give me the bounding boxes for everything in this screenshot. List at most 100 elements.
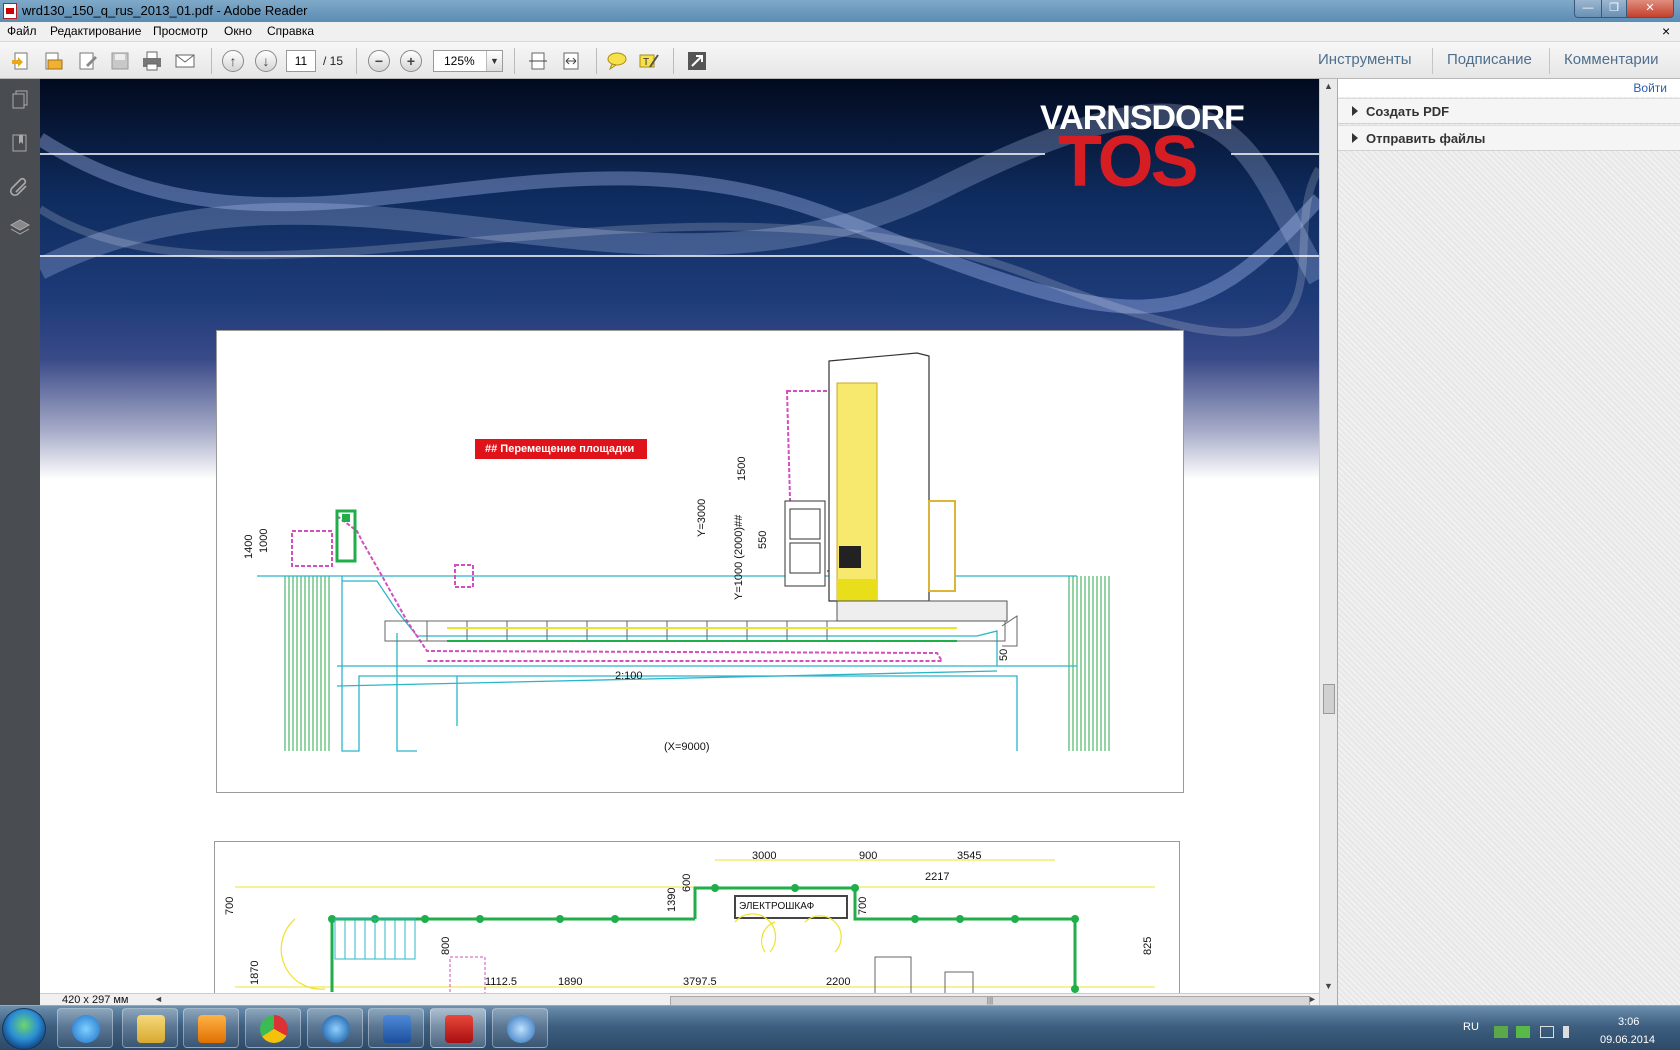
edit-icon[interactable]	[77, 50, 99, 72]
bookmarks-icon[interactable]	[9, 132, 31, 154]
word-icon	[383, 1015, 411, 1043]
toolbar-separator	[211, 48, 212, 74]
next-page-button[interactable]: ↓	[255, 50, 277, 72]
volume-icon[interactable]	[1563, 1026, 1577, 1038]
save-icon[interactable]	[109, 50, 131, 72]
dim-y3000: Y=3000	[696, 498, 708, 537]
zoom-out-button[interactable]: −	[368, 50, 390, 72]
toolbar-separator	[1549, 48, 1550, 74]
tray-security-icon[interactable]	[1516, 1026, 1530, 1038]
network-icon[interactable]	[1540, 1026, 1554, 1038]
dim-1870: 1870	[249, 960, 261, 985]
taskbar-app-blue[interactable]	[307, 1008, 363, 1048]
dim-1500: 1500	[736, 456, 748, 481]
full-screen-icon[interactable]	[686, 50, 708, 72]
dim-700-left: 700	[224, 896, 236, 915]
dim-y1000: Y=1000 (2000)##	[733, 514, 745, 600]
folder-icon	[137, 1015, 165, 1043]
panel-create-pdf[interactable]: Создать PDF	[1338, 98, 1680, 124]
panel-send-files[interactable]: Отправить файлы	[1338, 125, 1680, 151]
dim-2217: 2217	[925, 871, 950, 883]
toolbar-separator	[1432, 48, 1433, 74]
taskbar-app-k[interactable]	[492, 1008, 548, 1048]
brand-tos-logo: TOS	[1058, 122, 1199, 202]
close-button[interactable]: ✕	[1626, 0, 1674, 18]
tools-tab[interactable]: Инструменты	[1318, 51, 1412, 68]
comment-icon[interactable]	[606, 50, 628, 72]
clock-date[interactable]: 09.06.2014	[1600, 1034, 1655, 1046]
scroll-left-arrow-icon[interactable]: ◄	[154, 994, 163, 1004]
media-player-icon	[198, 1015, 226, 1043]
app-icon	[322, 1015, 350, 1043]
toolbar-separator	[673, 48, 674, 74]
toolbar-separator	[596, 48, 597, 74]
dim-1112: 1112.5	[485, 976, 518, 988]
clock-time[interactable]: 3:06	[1618, 1016, 1639, 1028]
open-icon[interactable]	[42, 50, 64, 72]
dim-1400: 1400	[243, 534, 255, 559]
scroll-down-arrow-icon[interactable]: ▼	[1324, 981, 1333, 991]
dim-700-right: 700	[857, 896, 869, 915]
dim-3000: 3000	[752, 850, 777, 862]
taskbar-chrome[interactable]	[245, 1008, 301, 1048]
dim-550: 550	[757, 530, 769, 549]
print-icon[interactable]	[141, 50, 163, 72]
layers-icon[interactable]	[9, 217, 31, 239]
chrome-icon	[260, 1015, 288, 1043]
scroll-right-arrow-icon[interactable]: ►	[1308, 994, 1317, 1004]
highlight-text-icon[interactable]: T	[638, 50, 660, 72]
taskbar-media-player[interactable]	[183, 1008, 239, 1048]
comments-tab[interactable]: Комментарии	[1564, 51, 1658, 68]
dim-1390: 1390	[666, 887, 678, 912]
create-pdf-icon[interactable]	[10, 50, 32, 72]
fit-page-icon[interactable]	[527, 50, 549, 72]
internet-explorer-icon	[72, 1015, 100, 1043]
taskbar-adobe-reader[interactable]	[430, 1008, 486, 1048]
fit-width-icon[interactable]	[560, 50, 582, 72]
login-strip: Войти	[1338, 79, 1680, 97]
scroll-up-arrow-icon[interactable]: ▲	[1324, 81, 1333, 91]
windows-start-button[interactable]	[2, 1008, 46, 1050]
login-link[interactable]: Войти	[1633, 81, 1667, 95]
title-bar: wrd130_150_q_rus_2013_01.pdf - Adobe Rea…	[0, 0, 1680, 22]
menu-bar: Файл Редактирование Просмотр Окно Справк…	[0, 22, 1680, 42]
toolbar-separator	[356, 48, 357, 74]
tools-panel: Войти Создать PDF Отправить файлы	[1337, 79, 1680, 1005]
scroll-thumb[interactable]	[1323, 684, 1335, 714]
dim-50: 50	[998, 648, 1010, 661]
taskbar-word[interactable]	[368, 1008, 424, 1048]
sign-tab[interactable]: Подписание	[1447, 51, 1532, 68]
page-number-input[interactable]: 11	[286, 50, 316, 72]
machine-side-drawing	[257, 352, 1110, 752]
chevron-down-icon[interactable]: ▼	[486, 51, 502, 71]
platform-movement-label: ## Перемещение площадки	[475, 439, 647, 459]
dim-3797: 3797.5	[683, 976, 717, 988]
panel-send-files-label: Отправить файлы	[1366, 131, 1486, 146]
document-view[interactable]: VARNSDORF TOS 1400 1000 Y=3000 Y=1000 (2…	[40, 79, 1319, 1005]
menu-view[interactable]: Просмотр	[153, 24, 208, 38]
zoom-in-button[interactable]: +	[400, 50, 422, 72]
taskbar-explorer[interactable]	[122, 1008, 178, 1048]
drawing-side-view: 1400 1000 Y=3000 Y=1000 (2000)## 1500 55…	[216, 330, 1184, 793]
menu-file[interactable]: Файл	[7, 24, 37, 38]
menu-edit[interactable]: Редактирование	[50, 24, 141, 38]
tray-app-icon[interactable]	[1494, 1026, 1508, 1038]
minimize-button[interactable]: —	[1574, 0, 1602, 18]
previous-page-button[interactable]: ↑	[222, 50, 244, 72]
svg-text:T: T	[643, 57, 649, 68]
dim-3545: 3545	[957, 850, 982, 862]
maximize-button[interactable]: ❐	[1601, 0, 1627, 18]
zoom-select[interactable]: 125% ▼	[433, 50, 503, 72]
menu-window[interactable]: Окно	[224, 24, 252, 38]
taskbar-internet-explorer[interactable]	[57, 1008, 113, 1048]
language-indicator[interactable]: RU	[1463, 1021, 1479, 1033]
menu-help[interactable]: Справка	[267, 24, 314, 38]
page-thumbnails-icon[interactable]	[9, 89, 31, 111]
close-document-button[interactable]: ×	[1662, 23, 1670, 39]
email-icon[interactable]	[174, 50, 196, 72]
dim-slope: 2:100	[615, 670, 643, 682]
attachments-icon[interactable]	[9, 175, 31, 197]
toolbar-separator	[514, 48, 515, 74]
vertical-scrollbar[interactable]: ▲ ▼	[1319, 79, 1337, 1005]
dim-800: 800	[440, 936, 452, 955]
